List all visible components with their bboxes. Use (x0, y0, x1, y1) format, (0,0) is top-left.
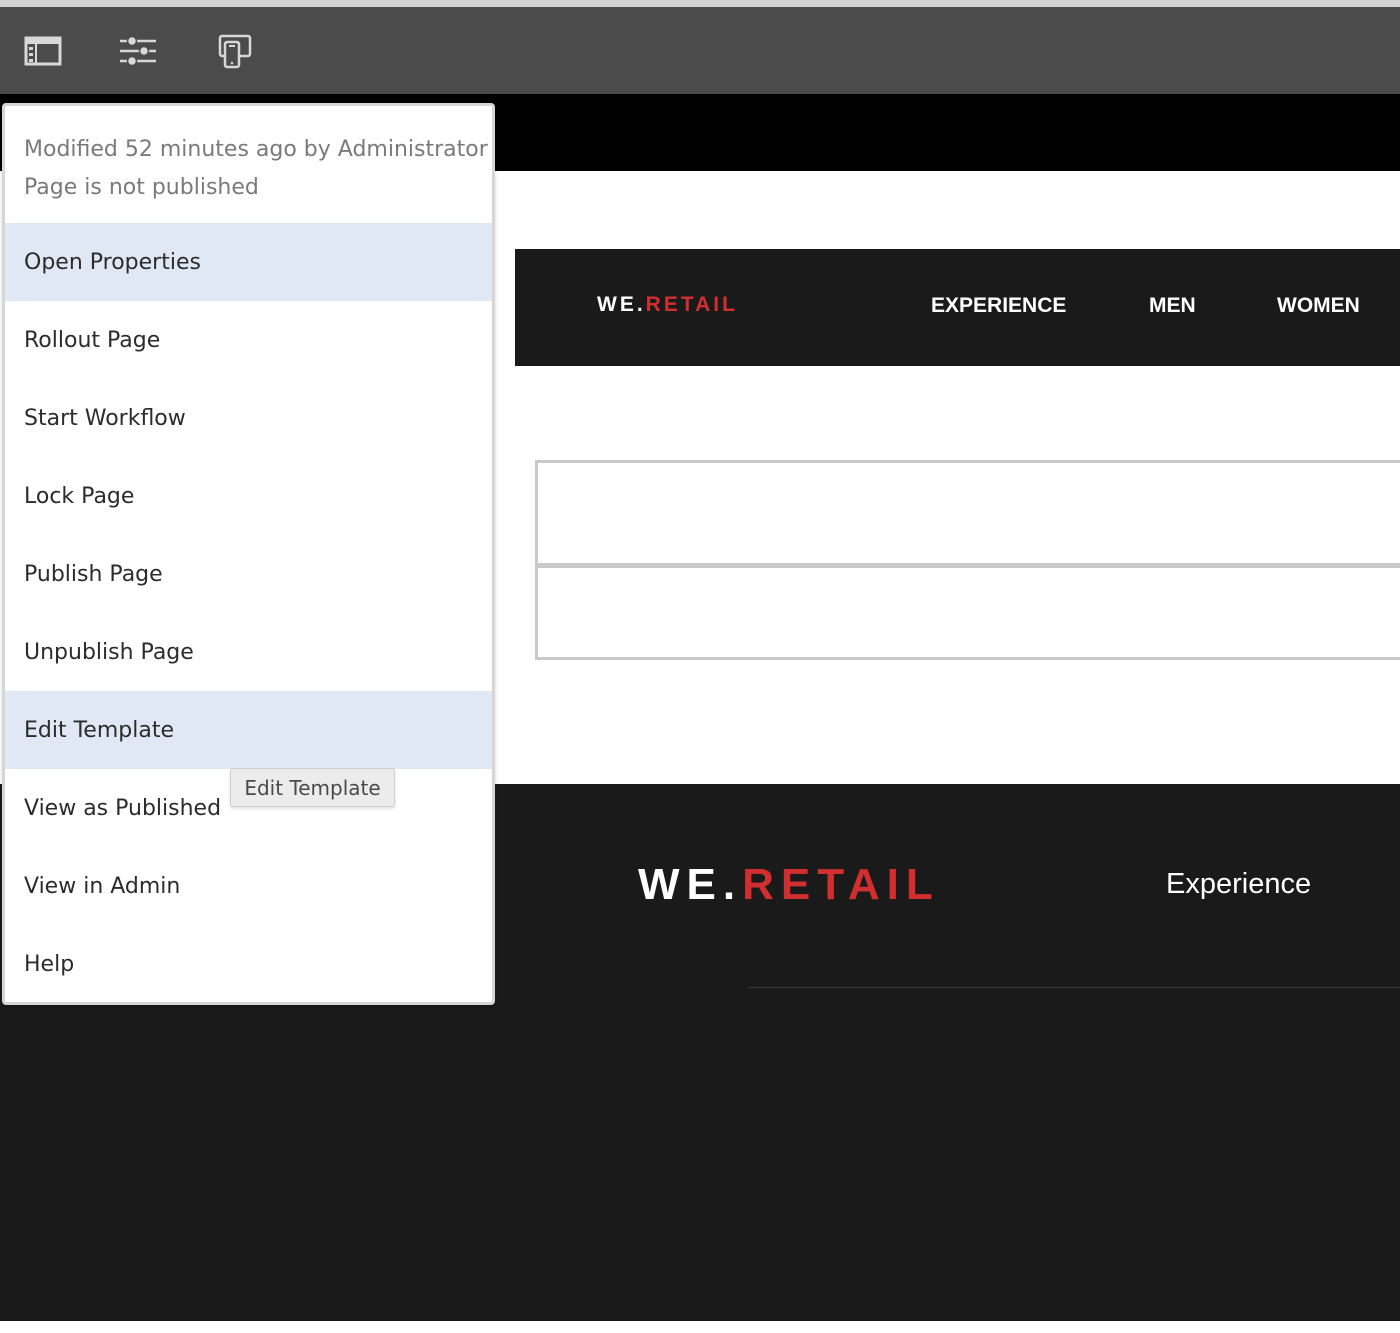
page-information-menu: Modified 52 minutes ago by Administrator… (2, 103, 495, 1005)
toggle-side-panel-button[interactable] (23, 31, 63, 71)
sliders-icon (119, 35, 157, 67)
emulator-button[interactable] (214, 31, 254, 71)
menu-item-view-in-admin[interactable]: View in Admin (5, 847, 492, 925)
nav-link-men[interactable]: MEN (1149, 294, 1196, 318)
menu-item-open-properties[interactable]: Open Properties (5, 223, 492, 301)
nav-link-women[interactable]: WOMEN (1277, 294, 1360, 318)
component-placeholder[interactable] (535, 460, 1400, 566)
menu-item-unpublish-page[interactable]: Unpublish Page (5, 613, 492, 691)
footer-divider (749, 987, 1400, 988)
menu-item-publish-page[interactable]: Publish Page (5, 535, 492, 613)
menu-item-edit-template[interactable]: Edit Template (5, 691, 492, 769)
window-bottom-border (0, 1321, 1400, 1333)
window-top-border (0, 0, 1400, 7)
edit-template-tooltip: Edit Template (230, 768, 395, 807)
menu-item-start-workflow[interactable]: Start Workflow (5, 379, 492, 457)
page-status-info: Modified 52 minutes ago by Administrator… (5, 106, 492, 223)
devices-icon (216, 33, 252, 69)
editor-toolbar (0, 7, 1400, 94)
footer-link-experience[interactable]: Experience (1166, 868, 1311, 901)
menu-item-lock-page[interactable]: Lock Page (5, 457, 492, 535)
modified-info: Modified 52 minutes ago by Administrator (24, 137, 488, 162)
publish-status: Page is not published (24, 175, 259, 200)
component-placeholder[interactable] (535, 565, 1400, 660)
side-panel-icon (24, 36, 62, 66)
menu-item-help[interactable]: Help (5, 925, 492, 1002)
menu-item-rollout-page[interactable]: Rollout Page (5, 301, 492, 379)
site-logo[interactable]: WE.RETAIL (597, 293, 738, 317)
site-navigation: WE.RETAIL EXPERIENCE MEN WOMEN (515, 249, 1400, 366)
footer-logo[interactable]: WE.RETAIL (638, 860, 940, 910)
page-properties-button[interactable] (118, 31, 158, 71)
nav-link-experience[interactable]: EXPERIENCE (931, 294, 1066, 318)
